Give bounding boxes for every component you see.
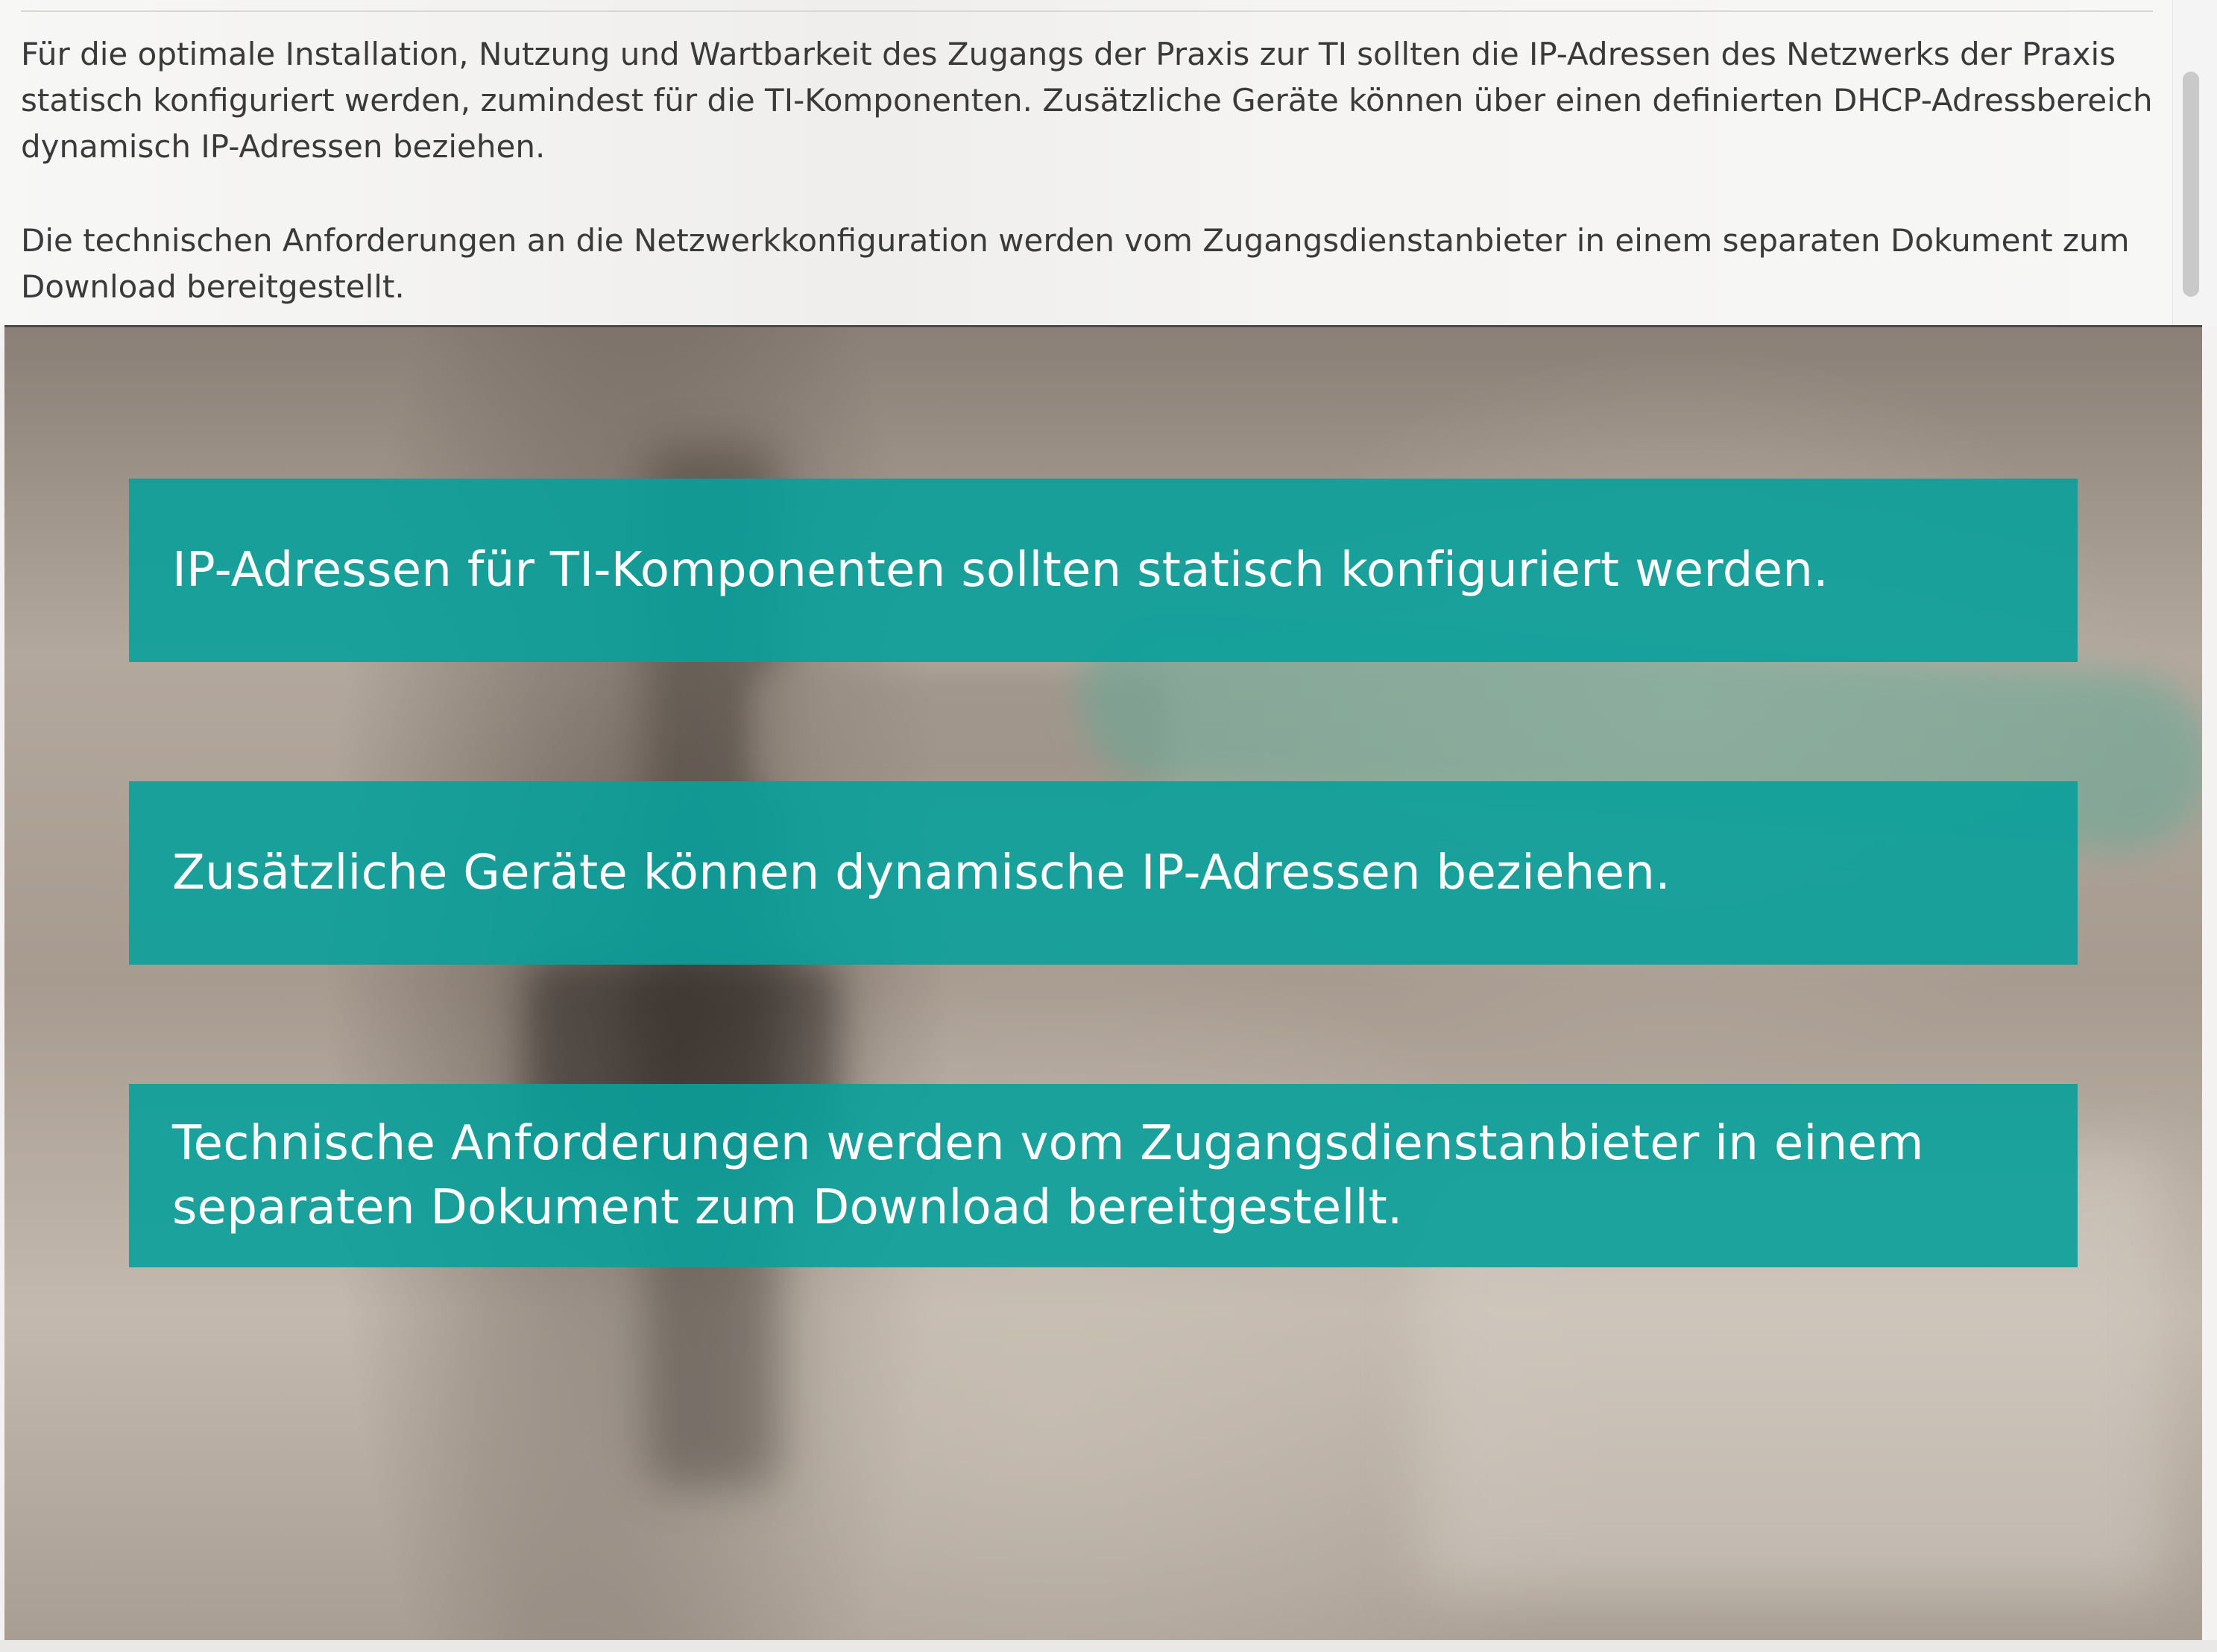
slide-top-border [4, 325, 2202, 327]
info-card-technical-requirements: Technische Anforderungen werden vom Zuga… [129, 1084, 2078, 1267]
intro-paragraph-2: Die technischen Anforderungen an die Net… [21, 222, 2130, 305]
lesson-page: Für die optimale Installation, Nutzung u… [0, 0, 2217, 1652]
intro-text-panel: Für die optimale Installation, Nutzung u… [0, 0, 2172, 327]
top-divider [21, 10, 2153, 12]
info-card-static-ip: IP-Adressen für TI-Komponenten sollten s… [129, 479, 2078, 662]
info-card-text: Zusätzliche Geräte können dynamische IP-… [172, 845, 1671, 901]
info-card-dynamic-ip: Zusätzliche Geräte können dynamische IP-… [129, 781, 2078, 965]
bottom-strip [0, 1640, 2217, 1652]
intro-paragraph-1: Für die optimale Installation, Nutzung u… [21, 36, 2153, 165]
scrollbar-thumb[interactable] [2183, 72, 2199, 297]
info-card-text: IP-Adressen für TI-Komponenten sollten s… [172, 543, 1829, 598]
info-card-text: Technische Anforderungen werden vom Zuga… [172, 1116, 1924, 1235]
